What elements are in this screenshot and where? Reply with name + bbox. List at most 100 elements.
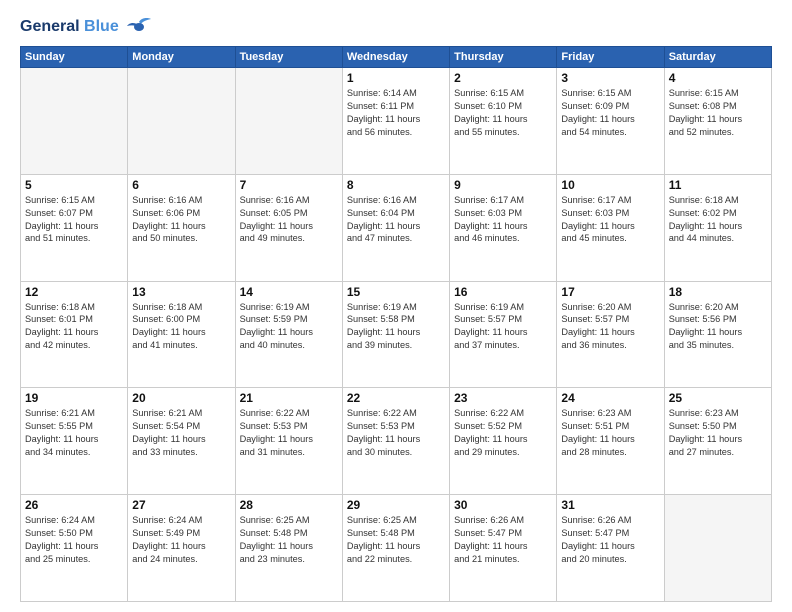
week-row-4: 19 Sunrise: 6:21 AMSunset: 5:55 PMDayligh…: [21, 388, 772, 495]
day-number: 6: [132, 178, 230, 192]
weekday-header-sunday: Sunday: [21, 47, 128, 68]
calendar-cell: [235, 68, 342, 175]
sun-info: Sunrise: 6:16 AMSunset: 6:05 PMDaylight:…: [240, 194, 338, 246]
week-row-2: 5 Sunrise: 6:15 AMSunset: 6:07 PMDaylight…: [21, 174, 772, 281]
week-row-5: 26 Sunrise: 6:24 AMSunset: 5:50 PMDayligh…: [21, 495, 772, 602]
day-number: 22: [347, 391, 445, 405]
day-number: 5: [25, 178, 123, 192]
sun-info: Sunrise: 6:22 AMSunset: 5:53 PMDaylight:…: [240, 407, 338, 459]
sun-info: Sunrise: 6:22 AMSunset: 5:53 PMDaylight:…: [347, 407, 445, 459]
day-number: 26: [25, 498, 123, 512]
day-number: 18: [669, 285, 767, 299]
day-number: 31: [561, 498, 659, 512]
sun-info: Sunrise: 6:16 AMSunset: 6:06 PMDaylight:…: [132, 194, 230, 246]
calendar-cell: 12 Sunrise: 6:18 AMSunset: 6:01 PMDayligh…: [21, 281, 128, 388]
calendar-cell: 10Sunrise: 6:17 AMSunset: 6:03 PMDayligh…: [557, 174, 664, 281]
calendar-table: SundayMondayTuesdayWednesdayThursdayFrid…: [20, 46, 772, 602]
sun-info: Sunrise: 6:15 AMSunset: 6:07 PMDaylight:…: [25, 194, 123, 246]
sun-info: Sunrise: 6:16 AMSunset: 6:04 PMDaylight:…: [347, 194, 445, 246]
calendar-cell: 17Sunrise: 6:20 AMSunset: 5:57 PMDayligh…: [557, 281, 664, 388]
sun-info: Sunrise: 6:21 AMSunset: 5:55 PMDaylight:…: [25, 407, 123, 459]
sun-info: Sunrise: 6:20 AMSunset: 5:57 PMDaylight:…: [561, 301, 659, 353]
day-number: 11: [669, 178, 767, 192]
day-number: 21: [240, 391, 338, 405]
sun-info: Sunrise: 6:17 AMSunset: 6:03 PMDaylight:…: [561, 194, 659, 246]
day-number: 3: [561, 71, 659, 85]
calendar-cell: 31 Sunrise: 6:26 AMSunset: 5:47 PMDayligh…: [557, 495, 664, 602]
sun-info: Sunrise: 6:22 AMSunset: 5:52 PMDaylight:…: [454, 407, 552, 459]
sun-info: Sunrise: 6:18 AMSunset: 6:00 PMDaylight:…: [132, 301, 230, 353]
sun-info: Sunrise: 6:24 AMSunset: 5:50 PMDaylight:…: [25, 514, 123, 566]
logo-text: General Blue: [20, 18, 119, 36]
calendar-cell: 13 Sunrise: 6:18 AMSunset: 6:00 PMDayligh…: [128, 281, 235, 388]
day-number: 12: [25, 285, 123, 299]
calendar-cell: 20 Sunrise: 6:21 AMSunset: 5:54 PMDayligh…: [128, 388, 235, 495]
day-number: 24: [561, 391, 659, 405]
sun-info: Sunrise: 6:25 AMSunset: 5:48 PMDaylight:…: [347, 514, 445, 566]
day-number: 2: [454, 71, 552, 85]
sun-info: Sunrise: 6:19 AMSunset: 5:57 PMDaylight:…: [454, 301, 552, 353]
sun-info: Sunrise: 6:25 AMSunset: 5:48 PMDaylight:…: [240, 514, 338, 566]
day-number: 15: [347, 285, 445, 299]
calendar-cell: 18Sunrise: 6:20 AMSunset: 5:56 PMDayligh…: [664, 281, 771, 388]
day-number: 4: [669, 71, 767, 85]
sun-info: Sunrise: 6:18 AMSunset: 6:02 PMDaylight:…: [669, 194, 767, 246]
logo-bird-icon: [125, 16, 153, 38]
calendar-cell: 21 Sunrise: 6:22 AMSunset: 5:53 PMDayligh…: [235, 388, 342, 495]
calendar-cell: [664, 495, 771, 602]
calendar-cell: 7 Sunrise: 6:16 AMSunset: 6:05 PMDaylight…: [235, 174, 342, 281]
sun-info: Sunrise: 6:23 AMSunset: 5:50 PMDaylight:…: [669, 407, 767, 459]
day-number: 23: [454, 391, 552, 405]
page: General Blue SundayMondayTuesdayWednesda…: [0, 0, 792, 612]
weekday-header-row: SundayMondayTuesdayWednesdayThursdayFrid…: [21, 47, 772, 68]
calendar-cell: 15 Sunrise: 6:19 AMSunset: 5:58 PMDayligh…: [342, 281, 449, 388]
calendar-cell: 24 Sunrise: 6:23 AMSunset: 5:51 PMDayligh…: [557, 388, 664, 495]
calendar-cell: 11 Sunrise: 6:18 AMSunset: 6:02 PMDayligh…: [664, 174, 771, 281]
sun-info: Sunrise: 6:19 AMSunset: 5:59 PMDaylight:…: [240, 301, 338, 353]
weekday-header-wednesday: Wednesday: [342, 47, 449, 68]
day-number: 8: [347, 178, 445, 192]
calendar-cell: 27Sunrise: 6:24 AMSunset: 5:49 PMDayligh…: [128, 495, 235, 602]
calendar-cell: 3 Sunrise: 6:15 AMSunset: 6:09 PMDaylight…: [557, 68, 664, 175]
weekday-header-tuesday: Tuesday: [235, 47, 342, 68]
calendar-cell: 30Sunrise: 6:26 AMSunset: 5:47 PMDayligh…: [450, 495, 557, 602]
calendar-cell: 9 Sunrise: 6:17 AMSunset: 6:03 PMDaylight…: [450, 174, 557, 281]
day-number: 19: [25, 391, 123, 405]
calendar-cell: 26 Sunrise: 6:24 AMSunset: 5:50 PMDayligh…: [21, 495, 128, 602]
sun-info: Sunrise: 6:26 AMSunset: 5:47 PMDaylight:…: [561, 514, 659, 566]
sun-info: Sunrise: 6:14 AMSunset: 6:11 PMDaylight:…: [347, 87, 445, 139]
day-number: 7: [240, 178, 338, 192]
week-row-1: 1 Sunrise: 6:14 AMSunset: 6:11 PMDaylight…: [21, 68, 772, 175]
weekday-header-friday: Friday: [557, 47, 664, 68]
week-row-3: 12 Sunrise: 6:18 AMSunset: 6:01 PMDayligh…: [21, 281, 772, 388]
sun-info: Sunrise: 6:21 AMSunset: 5:54 PMDaylight:…: [132, 407, 230, 459]
calendar-cell: 2 Sunrise: 6:15 AMSunset: 6:10 PMDaylight…: [450, 68, 557, 175]
day-number: 9: [454, 178, 552, 192]
header: General Blue: [20, 16, 772, 38]
weekday-header-saturday: Saturday: [664, 47, 771, 68]
sun-info: Sunrise: 6:15 AMSunset: 6:10 PMDaylight:…: [454, 87, 552, 139]
calendar-cell: 14 Sunrise: 6:19 AMSunset: 5:59 PMDayligh…: [235, 281, 342, 388]
sun-info: Sunrise: 6:23 AMSunset: 5:51 PMDaylight:…: [561, 407, 659, 459]
calendar-cell: 28Sunrise: 6:25 AMSunset: 5:48 PMDayligh…: [235, 495, 342, 602]
day-number: 1: [347, 71, 445, 85]
calendar-cell: 1 Sunrise: 6:14 AMSunset: 6:11 PMDaylight…: [342, 68, 449, 175]
day-number: 20: [132, 391, 230, 405]
day-number: 16: [454, 285, 552, 299]
day-number: 14: [240, 285, 338, 299]
sun-info: Sunrise: 6:26 AMSunset: 5:47 PMDaylight:…: [454, 514, 552, 566]
day-number: 25: [669, 391, 767, 405]
calendar-cell: 4 Sunrise: 6:15 AMSunset: 6:08 PMDaylight…: [664, 68, 771, 175]
sun-info: Sunrise: 6:24 AMSunset: 5:49 PMDaylight:…: [132, 514, 230, 566]
sun-info: Sunrise: 6:18 AMSunset: 6:01 PMDaylight:…: [25, 301, 123, 353]
sun-info: Sunrise: 6:15 AMSunset: 6:09 PMDaylight:…: [561, 87, 659, 139]
logo: General Blue: [20, 16, 153, 38]
sun-info: Sunrise: 6:17 AMSunset: 6:03 PMDaylight:…: [454, 194, 552, 246]
sun-info: Sunrise: 6:15 AMSunset: 6:08 PMDaylight:…: [669, 87, 767, 139]
sun-info: Sunrise: 6:19 AMSunset: 5:58 PMDaylight:…: [347, 301, 445, 353]
calendar-cell: 25 Sunrise: 6:23 AMSunset: 5:50 PMDayligh…: [664, 388, 771, 495]
calendar-cell: 6 Sunrise: 6:16 AMSunset: 6:06 PMDaylight…: [128, 174, 235, 281]
weekday-header-thursday: Thursday: [450, 47, 557, 68]
day-number: 29: [347, 498, 445, 512]
day-number: 13: [132, 285, 230, 299]
